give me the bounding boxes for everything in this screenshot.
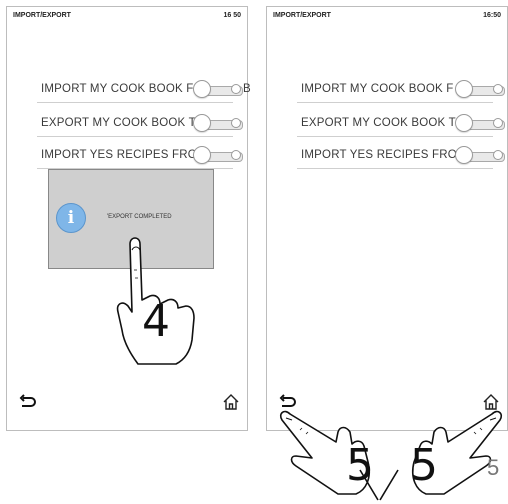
page-number: 5 (487, 455, 500, 480)
step-number-5-left: 5 (346, 440, 374, 491)
hand-illustrations (116, 237, 503, 501)
step-number-5-right: 5 (410, 440, 438, 491)
step-number-4: 4 (142, 296, 170, 347)
